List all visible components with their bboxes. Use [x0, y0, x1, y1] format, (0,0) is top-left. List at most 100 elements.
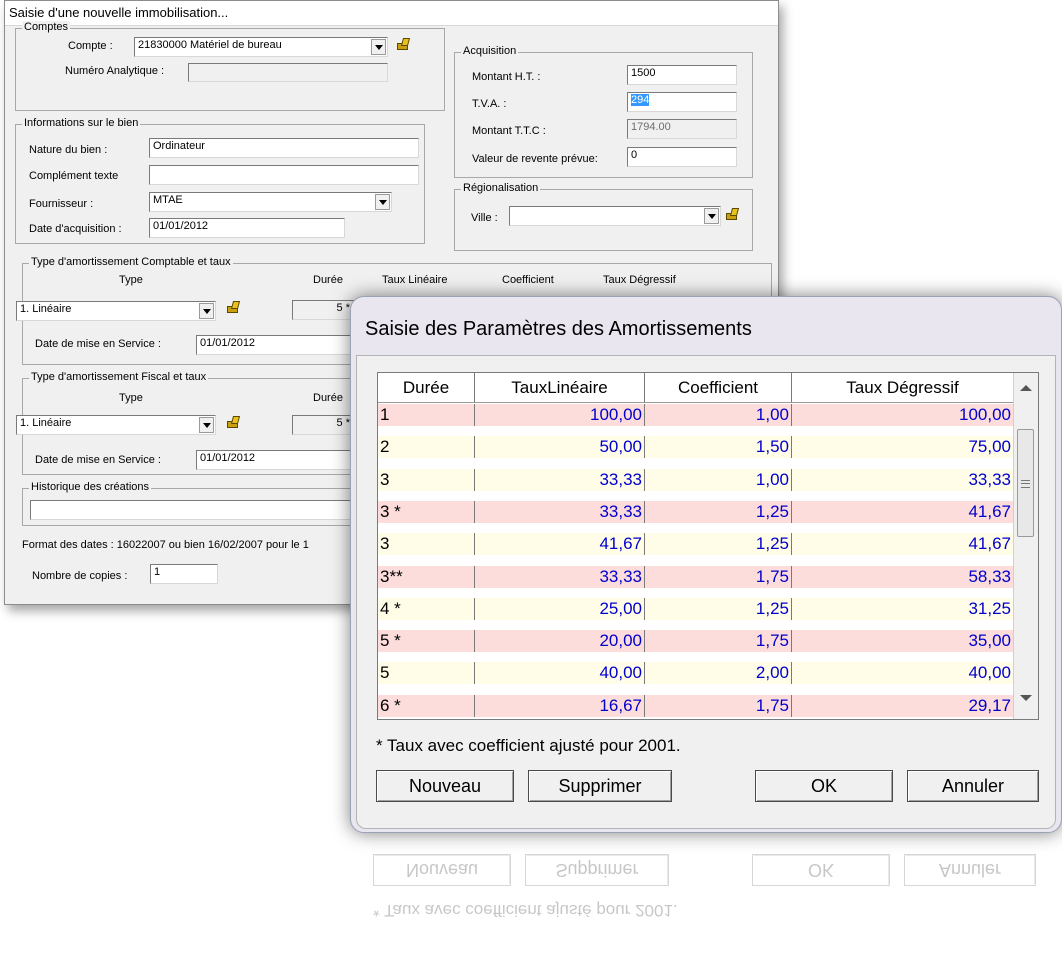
date-acquisition-input[interactable]: 01/01/2012 — [149, 218, 345, 238]
mise-service-input[interactable]: 01/01/2012 — [196, 335, 366, 355]
vertical-scrollbar[interactable] — [1013, 373, 1038, 719]
cell-taux-lineaire[interactable]: 25,00 — [475, 597, 645, 620]
cell-taux-degressif[interactable]: 41,67 — [792, 533, 1014, 556]
amort-fiscal-duree[interactable]: 5 * — [292, 415, 354, 435]
cell-duree[interactable]: 2 — [378, 436, 475, 459]
grid-header-coefficient[interactable]: Coefficient — [645, 373, 792, 403]
scroll-down-arrow-icon[interactable] — [1020, 695, 1032, 701]
cell-taux-lineaire[interactable]: 20,00 — [475, 630, 645, 653]
params-grid[interactable]: Durée TauxLinéaire Coefficient Taux Dégr… — [377, 372, 1039, 720]
cell-taux-degressif[interactable]: 29,17 — [792, 694, 1014, 717]
cell-duree[interactable]: 3** — [378, 565, 475, 588]
nouveau-button[interactable]: Nouveau — [376, 770, 514, 802]
table-row[interactable]: 3 33,33 1,00 33,33 — [378, 468, 1014, 491]
amort-fiscal-type-select[interactable]: 1. Linéaire — [16, 415, 216, 435]
cell-coefficient[interactable]: 1,75 — [645, 630, 792, 653]
edit-pencil-icon[interactable] — [226, 416, 239, 428]
cell-coefficient[interactable]: 1,75 — [645, 694, 792, 717]
historique-field[interactable] — [30, 500, 360, 520]
cell-coefficient[interactable]: 1,50 — [645, 436, 792, 459]
cell-duree[interactable]: 6 * — [378, 694, 475, 717]
cell-taux-lineaire[interactable]: 40,00 — [475, 662, 645, 685]
chevron-down-icon[interactable] — [199, 417, 214, 433]
grid-header-duree[interactable]: Durée — [378, 373, 475, 403]
table-row[interactable]: 5 40,00 2,00 40,00 — [378, 662, 1014, 685]
ville-select[interactable] — [509, 206, 721, 226]
chevron-down-icon[interactable] — [371, 39, 386, 55]
regionalisation-group: Régionalisation Ville : — [454, 182, 753, 251]
cell-coefficient[interactable]: 1,75 — [645, 565, 792, 588]
table-row[interactable]: 2 50,00 1,50 75,00 — [378, 436, 1014, 459]
date-format-note: Format des dates : 16022007 ou bien 16/0… — [22, 539, 309, 551]
mise-service-input[interactable]: 01/01/2012 — [196, 450, 366, 470]
table-row[interactable]: 4 * 25,00 1,25 31,25 — [378, 597, 1014, 620]
cell-coefficient[interactable]: 1,00 — [645, 468, 792, 491]
cell-taux-degressif[interactable]: 75,00 — [792, 436, 1014, 459]
table-row[interactable]: 6 * 16,67 1,75 29,17 — [378, 694, 1014, 717]
cell-taux-degressif[interactable]: 31,25 — [792, 597, 1014, 620]
cell-coefficient[interactable]: 1,25 — [645, 597, 792, 620]
tva-input[interactable]: 294 — [627, 92, 737, 112]
cell-duree[interactable]: 1 — [378, 404, 475, 426]
scroll-thumb[interactable] — [1017, 429, 1034, 537]
chevron-down-icon[interactable] — [199, 303, 214, 319]
cell-duree[interactable]: 3 — [378, 533, 475, 556]
col-type-header: Type — [119, 274, 143, 286]
cell-duree[interactable]: 5 — [378, 662, 475, 685]
compte-label: Compte : — [68, 40, 113, 52]
cell-duree[interactable]: 3 — [378, 468, 475, 491]
window-title-bar[interactable]: Saisie d'une nouvelle immobilisation... — [5, 1, 778, 26]
supprimer-button[interactable]: Supprimer — [528, 770, 672, 802]
analytique-field[interactable] — [188, 63, 388, 82]
table-row[interactable]: 5 * 20,00 1,75 35,00 — [378, 630, 1014, 653]
cell-taux-degressif[interactable]: 40,00 — [792, 662, 1014, 685]
params-dialog-title[interactable]: Saisie des Paramètres des Amortissements — [365, 318, 752, 341]
table-row[interactable]: 3** 33,33 1,75 58,33 — [378, 565, 1014, 588]
grid-header-taux-lineaire[interactable]: TauxLinéaire — [475, 373, 645, 403]
compte-select[interactable]: 21830000 Matériel de bureau — [134, 37, 388, 57]
cell-coefficient[interactable]: 1,25 — [645, 500, 792, 523]
cell-duree[interactable]: 5 * — [378, 630, 475, 653]
amort-comptable-type-select[interactable]: 1. Linéaire — [16, 301, 216, 321]
ville-label: Ville : — [471, 212, 498, 224]
amort-comptable-duree[interactable]: 5 * — [292, 300, 354, 320]
chevron-down-icon[interactable] — [704, 208, 719, 224]
table-row[interactable]: 3 * 33,33 1,25 41,67 — [378, 500, 1014, 523]
cell-taux-degressif[interactable]: 41,67 — [792, 500, 1014, 523]
edit-pencil-icon[interactable] — [396, 38, 409, 50]
cell-taux-lineaire[interactable]: 41,67 — [475, 533, 645, 556]
cell-taux-lineaire[interactable]: 50,00 — [475, 436, 645, 459]
cell-coefficient[interactable]: 1,00 — [645, 404, 792, 426]
cell-taux-degressif[interactable]: 100,00 — [792, 404, 1014, 426]
table-row[interactable]: 3 41,67 1,25 41,67 — [378, 533, 1014, 556]
col-type-header: Type — [119, 392, 143, 404]
cell-duree[interactable]: 4 * — [378, 597, 475, 620]
grid-header-taux-degressif[interactable]: Taux Dégressif — [792, 373, 1014, 403]
cell-coefficient[interactable]: 2,00 — [645, 662, 792, 685]
cell-taux-lineaire[interactable]: 33,33 — [475, 500, 645, 523]
revente-input[interactable]: 0 — [627, 147, 737, 167]
montant-ht-input[interactable]: 1500 — [627, 65, 737, 85]
annuler-button[interactable]: Annuler — [907, 770, 1039, 802]
fournisseur-select[interactable]: MTAE — [149, 192, 392, 212]
cell-taux-degressif[interactable]: 35,00 — [792, 630, 1014, 653]
ok-button[interactable]: OK — [755, 770, 893, 802]
nature-input[interactable]: Ordinateur — [149, 138, 419, 158]
table-row[interactable]: 1 100,00 1,00 100,00 — [378, 404, 1014, 426]
cell-taux-lineaire[interactable]: 100,00 — [475, 404, 645, 426]
edit-pencil-icon[interactable] — [725, 208, 738, 220]
cell-duree[interactable]: 3 * — [378, 500, 475, 523]
cell-taux-degressif[interactable]: 58,33 — [792, 565, 1014, 588]
edit-pencil-icon[interactable] — [226, 301, 239, 313]
cell-coefficient[interactable]: 1,25 — [645, 533, 792, 556]
cell-taux-lineaire[interactable]: 16,67 — [475, 694, 645, 717]
complement-input[interactable] — [149, 165, 419, 185]
scroll-up-arrow-icon[interactable] — [1020, 385, 1032, 391]
cell-taux-degressif[interactable]: 33,33 — [792, 468, 1014, 491]
copies-input[interactable]: 1 — [150, 564, 218, 584]
chevron-down-icon[interactable] — [375, 194, 390, 210]
amort-fiscal-group-label: Type d'amortissement Fiscal et taux — [29, 371, 209, 383]
cell-taux-lineaire[interactable]: 33,33 — [475, 468, 645, 491]
comptes-group-label: Comptes — [22, 21, 71, 33]
cell-taux-lineaire[interactable]: 33,33 — [475, 565, 645, 588]
